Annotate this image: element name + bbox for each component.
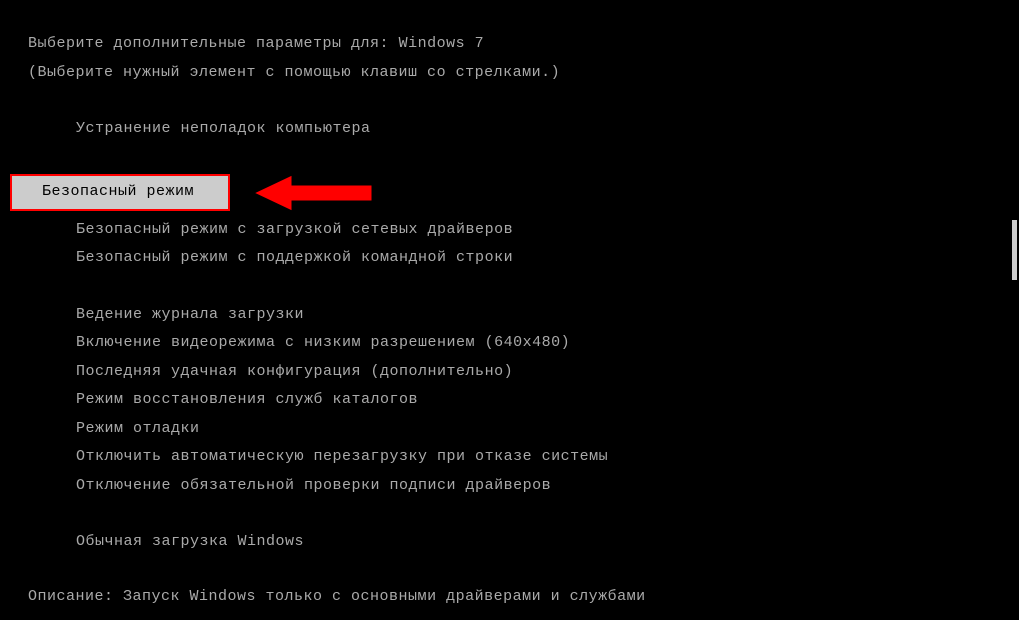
menu-debug-mode[interactable]: Режим отладки [76, 415, 991, 444]
description-line: Описание: Запуск Windows только с основн… [28, 583, 991, 612]
arrow-icon [254, 172, 374, 214]
menu-disable-driver-sig[interactable]: Отключение обязательной проверки подписи… [76, 472, 991, 501]
menu-safe-mode-networking[interactable]: Безопасный режим с загрузкой сетевых дра… [76, 216, 991, 245]
menu-safe-mode-cmd[interactable]: Безопасный режим с поддержкой командной … [76, 244, 991, 273]
menu-ds-restore[interactable]: Режим восстановления служб каталогов [76, 386, 991, 415]
scrollbar-thumb[interactable] [1012, 220, 1017, 280]
description-text: Запуск Windows только с основными драйве… [123, 588, 646, 605]
menu-boot-logging[interactable]: Ведение журнала загрузки [76, 301, 991, 330]
selected-highlight-box: Безопасный режим [10, 174, 230, 211]
os-name: Windows 7 [399, 35, 485, 52]
title-prefix: Выберите дополнительные параметры для: [28, 35, 399, 52]
header-instruction: (Выберите нужный элемент с помощью клави… [28, 59, 991, 88]
menu-disable-auto-restart[interactable]: Отключить автоматическую перезагрузку пр… [76, 443, 991, 472]
menu-safe-mode[interactable]: Безопасный режим [12, 176, 228, 209]
header-title: Выберите дополнительные параметры для: W… [28, 30, 991, 59]
description-label: Описание: [28, 588, 123, 605]
menu-last-known-good[interactable]: Последняя удачная конфигурация (дополнит… [76, 358, 991, 387]
menu-normal-boot[interactable]: Обычная загрузка Windows [76, 528, 991, 557]
menu-repair-computer[interactable]: Устранение неполадок компьютера [76, 115, 991, 144]
menu-low-res-video[interactable]: Включение видеорежима с низким разрешени… [76, 329, 991, 358]
